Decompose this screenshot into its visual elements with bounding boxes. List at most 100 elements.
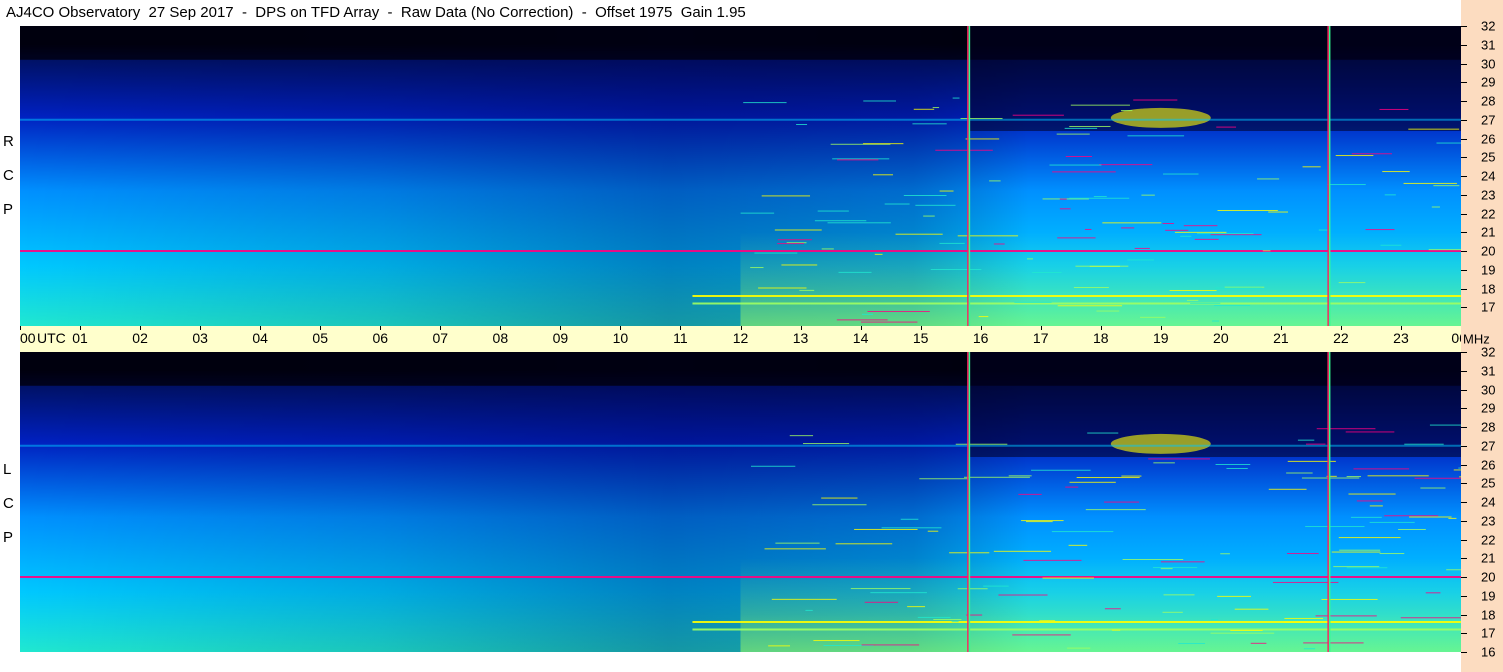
hour-label-02: 02 (132, 330, 148, 346)
rfi-streak (1315, 615, 1377, 617)
rfi-streak (1133, 99, 1178, 101)
rfi-streak (1186, 299, 1199, 301)
freq-tick (1461, 652, 1467, 653)
rfi-streak (1215, 463, 1251, 465)
rfi-streak (1153, 462, 1175, 464)
freq-label-21: 21 (1481, 224, 1496, 240)
freq-label-26: 26 (1481, 457, 1496, 472)
rfi-streak (1398, 528, 1426, 530)
freq-tick (1461, 408, 1467, 410)
freq-label-29: 29 (1481, 400, 1496, 416)
freq-tick (1461, 633, 1467, 635)
rfi-streak (1338, 537, 1401, 539)
freq-label-20: 20 (1481, 569, 1496, 585)
rfi-streak (1286, 472, 1313, 474)
rfi-streak (870, 592, 927, 594)
rfi-streak (1059, 208, 1071, 210)
freq-tick (1461, 119, 1467, 121)
rfi-streak (1087, 432, 1119, 434)
hour-label-10: 10 (612, 330, 629, 346)
rfi-streak (1085, 509, 1146, 511)
rfi-streak (912, 123, 947, 125)
utc-marker-line-green (968, 26, 971, 326)
rfi-streak (1345, 431, 1395, 433)
rfi-streak (915, 204, 956, 206)
hour-label-18: 18 (1092, 330, 1109, 346)
utc-marker-line-red (967, 26, 969, 326)
interference-line (20, 118, 1461, 121)
rfi-streak (1162, 611, 1183, 613)
rfi-streak (933, 619, 962, 621)
rfi-streak (774, 229, 822, 231)
hour-label-00: 00 (20, 330, 36, 346)
rfi-streak (832, 158, 890, 160)
rfi-streak (1178, 642, 1206, 644)
rfi-streak (1250, 642, 1267, 644)
rfi-streak (1099, 164, 1153, 166)
rfi-streak (1021, 520, 1064, 522)
hour-label-21: 21 (1273, 330, 1289, 346)
rfi-streak (1153, 567, 1198, 569)
freq-tick (1461, 269, 1467, 271)
freq-tick (1461, 614, 1467, 616)
rfi-streak (1408, 128, 1460, 130)
rfi-streak (835, 543, 893, 545)
freq-label-29: 29 (1481, 74, 1496, 90)
rfi-streak (1220, 553, 1230, 555)
lcp-spectrogram (20, 352, 1461, 652)
freq-label-17: 17 (1481, 625, 1496, 641)
rfi-streak (1120, 110, 1133, 112)
rfi-streak (1069, 125, 1111, 127)
freq-tick (1461, 82, 1467, 84)
rfi-streak (1023, 559, 1082, 561)
rfi-streak (1104, 608, 1121, 610)
hour-label-03: 03 (192, 330, 208, 346)
rfi-streak (1283, 621, 1316, 623)
rfi-streak (1056, 133, 1090, 135)
rfi-streak (1057, 237, 1096, 239)
freq-label-31: 31 (1481, 363, 1496, 379)
rfi-streak (1350, 516, 1382, 518)
lcp-label-p: P (3, 529, 14, 546)
rfi-streak (1333, 566, 1380, 568)
rfi-streak (1069, 481, 1116, 483)
rfi-streak (1379, 108, 1409, 110)
rfi-streak (1190, 302, 1221, 304)
rfi-streak (1380, 244, 1402, 246)
freq-tick (1461, 232, 1467, 234)
rfi-streak (1369, 505, 1383, 507)
rfi-streak (903, 194, 947, 196)
rfi-streak (1093, 196, 1107, 198)
rfi-streak (867, 310, 930, 312)
rfi-streak (802, 443, 850, 445)
freq-label-30: 30 (1481, 56, 1496, 71)
rfi-streak (1111, 629, 1121, 631)
rcp-label-c: C (3, 167, 14, 184)
rfi-streak (1067, 647, 1091, 649)
hour-label-05: 05 (312, 330, 328, 346)
freq-tick (1461, 558, 1467, 560)
rfi-streak (983, 585, 1009, 587)
freq-tick (1461, 520, 1467, 522)
rfi-streak (781, 264, 818, 266)
freq-label-30: 30 (1481, 382, 1496, 397)
rfi-streak (860, 321, 918, 323)
rfi-streak (1163, 594, 1195, 596)
rfi-streak (1165, 229, 1189, 231)
rfi-streak (960, 118, 1003, 120)
rfi-streak (1065, 156, 1093, 158)
rfi-streak (951, 621, 959, 623)
rfi-streak (836, 319, 888, 321)
active-lower-band (740, 232, 1461, 326)
rfi-streak (1031, 469, 1091, 471)
hour-label-04: 04 (252, 330, 268, 346)
rfi-streak (1284, 617, 1324, 619)
freq-tick (1461, 138, 1467, 140)
rfi-streak (1064, 127, 1098, 129)
hour-label-06: 06 (372, 330, 389, 346)
rfi-streak (768, 645, 791, 647)
freq-tick (1461, 101, 1467, 102)
rfi-streak (1042, 577, 1094, 579)
rfi-streak (854, 528, 918, 530)
rfi-streak (1305, 526, 1365, 528)
